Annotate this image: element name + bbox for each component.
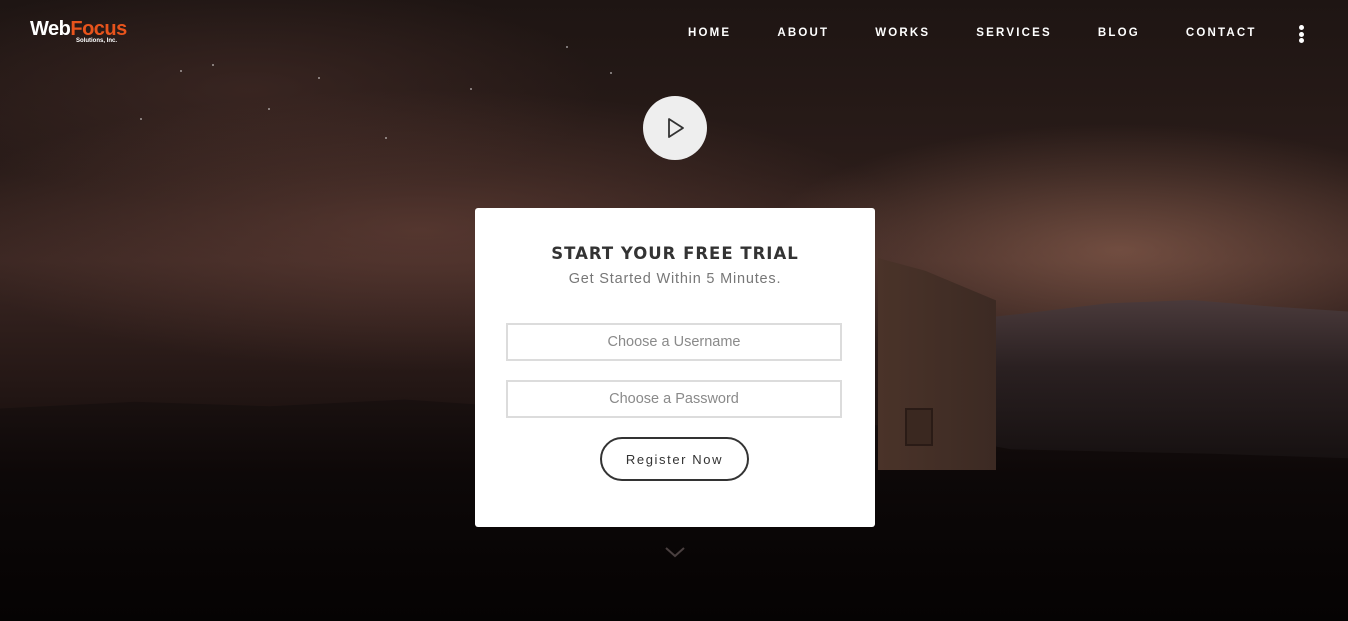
nav-item-blog[interactable]: BLOG [1075, 27, 1163, 39]
play-icon [668, 118, 684, 138]
nav-item-about[interactable]: ABOUT [754, 27, 852, 39]
logo-text-web: Web [30, 18, 71, 40]
username-input[interactable] [506, 323, 842, 361]
star [140, 118, 142, 120]
password-input[interactable] [506, 380, 842, 418]
nav-item-services[interactable]: SERVICES [953, 27, 1075, 39]
hero-section: WebFocus Solutions, Inc. HOME ABOUT WORK… [0, 0, 1348, 621]
mountain-silhouette [960, 300, 1348, 470]
register-button[interactable]: Register Now [600, 437, 749, 481]
shed-image [878, 258, 996, 470]
star [318, 77, 320, 79]
logo-text-focus: Focus [70, 18, 127, 40]
star [268, 108, 270, 110]
logo-wordmark: WebFocus [30, 18, 127, 40]
star [212, 64, 214, 66]
nav-item-contact[interactable]: CONTACT [1163, 27, 1280, 39]
logo-tagline: Solutions, Inc. [76, 38, 118, 44]
logo[interactable]: WebFocus Solutions, Inc. [30, 18, 127, 44]
chevron-down-icon [665, 547, 685, 558]
vertical-dots-icon[interactable] [1296, 25, 1306, 43]
main-nav: HOME ABOUT WORKS SERVICES BLOG CONTACT [665, 27, 1280, 39]
nav-item-home[interactable]: HOME [665, 27, 754, 39]
free-trial-card: START YOUR FREE TRIAL Get Started Within… [475, 208, 875, 527]
trial-title: START YOUR FREE TRIAL [551, 244, 799, 263]
scroll-down-button[interactable] [664, 545, 686, 559]
shed-window [905, 408, 933, 446]
star [470, 88, 472, 90]
play-video-button[interactable] [643, 96, 707, 160]
trial-subtitle: Get Started Within 5 Minutes. [568, 271, 782, 287]
star [180, 70, 182, 72]
nav-item-works[interactable]: WORKS [852, 27, 953, 39]
star [566, 46, 568, 48]
star [610, 72, 612, 74]
star [385, 137, 387, 139]
